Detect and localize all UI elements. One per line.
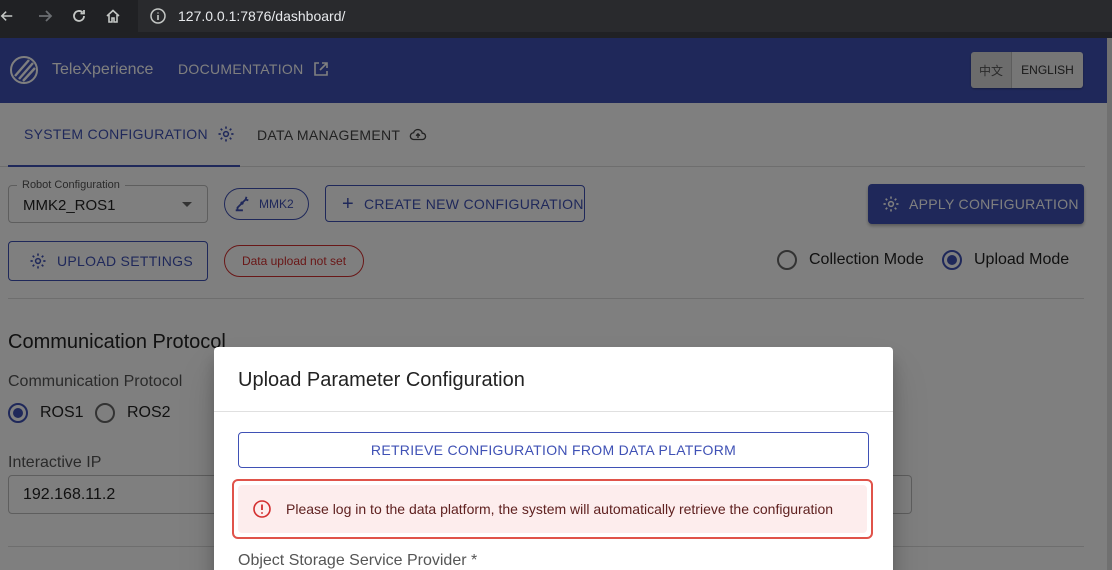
address-bar[interactable]: 127.0.0.1:7876/dashboard/ — [138, 0, 1112, 32]
home-icon — [106, 9, 120, 23]
object-storage-label: Object Storage Service Provider * — [238, 552, 478, 569]
back-button[interactable] — [0, 0, 14, 32]
arrow-left-icon — [0, 11, 13, 21]
dialog-divider — [214, 411, 893, 412]
home-button[interactable] — [96, 0, 130, 32]
alert-text: Please log in to the data platform, the … — [286, 501, 834, 517]
url-text[interactable]: 127.0.0.1:7876/dashboard/ — [178, 8, 345, 24]
error-icon — [253, 500, 271, 518]
alert-body: Please log in to the data platform, the … — [238, 485, 867, 533]
login-alert: Please log in to the data platform, the … — [232, 479, 873, 539]
dialog-title: Upload Parameter Configuration — [238, 369, 525, 391]
info-icon[interactable] — [150, 8, 166, 24]
forward-button[interactable] — [28, 0, 62, 32]
reload-icon — [73, 10, 85, 22]
arrow-right-icon — [39, 10, 53, 22]
reload-button[interactable] — [62, 0, 96, 32]
upload-parameter-dialog: Upload Parameter Configuration RETRIEVE … — [214, 347, 893, 570]
browser-toolbar: 127.0.0.1:7876/dashboard/ — [0, 0, 1112, 32]
retrieve-configuration-button[interactable]: RETRIEVE CONFIGURATION FROM DATA PLATFOR… — [238, 432, 869, 468]
